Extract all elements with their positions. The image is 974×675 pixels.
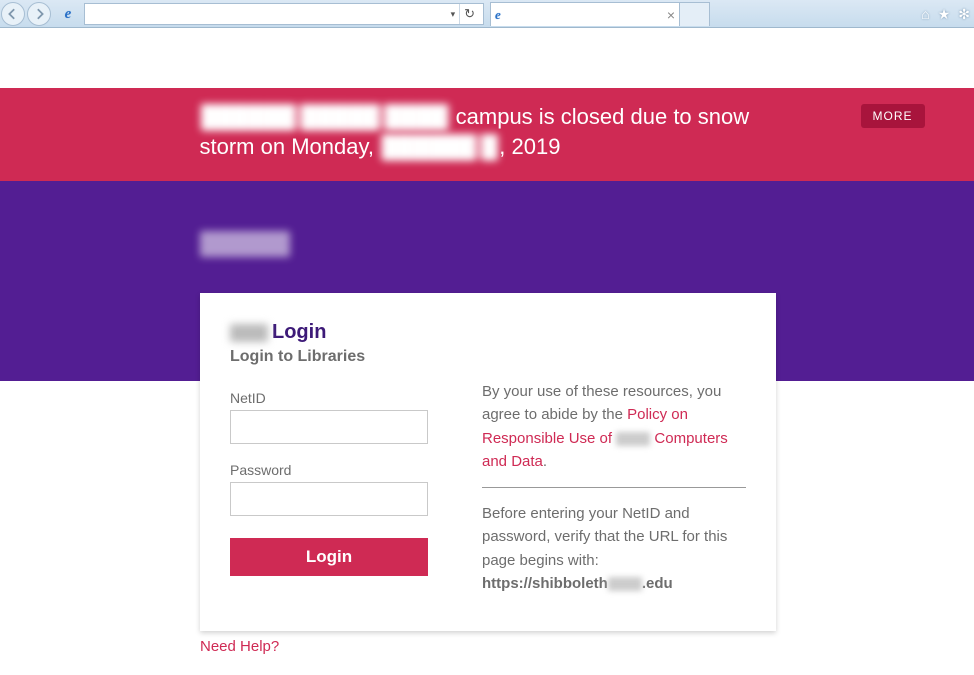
login-subtitle: Login to Libraries (230, 348, 746, 366)
alert-banner: ██████ █████ ████ campus is closed due t… (0, 88, 974, 181)
address-dropdown-icon[interactable]: ▾ (451, 9, 456, 20)
forward-button[interactable] (27, 2, 51, 26)
verify-url-redacted (608, 577, 642, 591)
address-bar[interactable]: ▾ ↻ (84, 3, 484, 25)
login-title-prefix-redacted (230, 324, 268, 342)
login-button[interactable]: Login (230, 538, 428, 576)
refresh-icon[interactable]: ↻ (459, 4, 479, 24)
policy-org-redacted (616, 432, 650, 446)
login-form: NetID Password Login (230, 380, 448, 595)
tab-favicon-icon: e (495, 7, 501, 23)
login-title: Login (230, 321, 746, 344)
netid-label: NetID (230, 390, 448, 406)
login-info: By your use of these resources, you agre… (482, 380, 746, 595)
home-icon[interactable]: ⌂ (921, 6, 929, 22)
alert-date-redacted: ██████ █ (380, 134, 499, 159)
brand-logo-redacted (200, 231, 290, 257)
verify-url: https://shibboleth.edu (482, 572, 746, 595)
browser-chrome: e ▾ ↻ e × ⌂ ★ ✻ (0, 0, 974, 28)
browser-tab[interactable]: e × (490, 2, 680, 26)
tools-gear-icon[interactable]: ✻ (958, 6, 970, 23)
page-content: ██████ █████ ████ campus is closed due t… (0, 28, 974, 381)
new-tab-button[interactable] (680, 2, 710, 26)
login-card: Login Login to Libraries NetID Password … (200, 293, 776, 631)
ie-logo-icon: e (58, 4, 78, 24)
netid-input[interactable] (230, 410, 428, 444)
tab-close-icon[interactable]: × (667, 7, 675, 23)
password-input[interactable] (230, 482, 428, 516)
favorites-icon[interactable]: ★ (938, 6, 951, 23)
need-help-link[interactable]: Need Help? (200, 638, 279, 655)
verify-instructions: Before entering your NetID and password,… (482, 502, 746, 572)
alert-text: ██████ █████ ████ campus is closed due t… (200, 102, 775, 161)
alert-more-button[interactable]: MORE (861, 104, 925, 128)
alert-redacted: ██████ █████ ████ (200, 104, 450, 129)
password-label: Password (230, 462, 448, 478)
back-button[interactable] (1, 2, 25, 26)
